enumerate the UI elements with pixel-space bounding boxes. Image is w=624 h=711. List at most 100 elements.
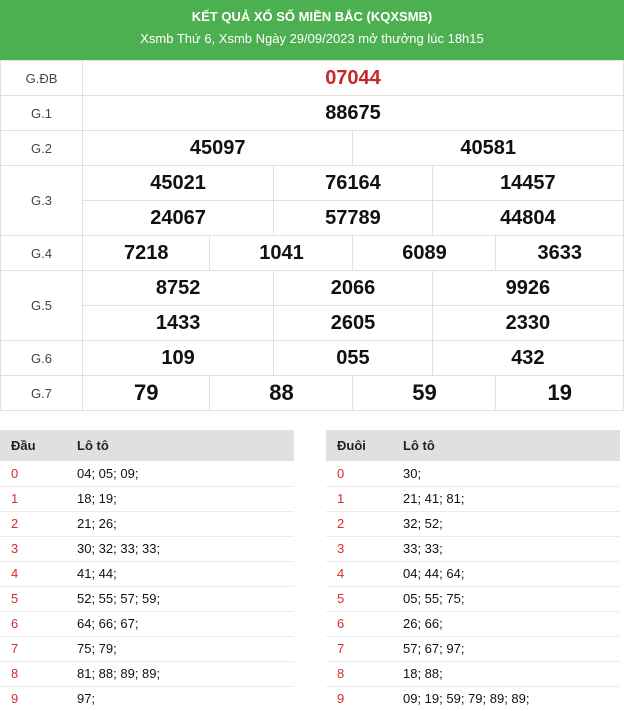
loto-values: 41; 44; — [64, 561, 294, 587]
prize-number: 45097 — [189, 136, 246, 159]
prize-number: 2605 — [330, 311, 376, 334]
loto-key: 1 — [326, 486, 390, 512]
loto-key: 9 — [0, 686, 64, 711]
prize-number: 57789 — [325, 206, 381, 229]
loto-key: 5 — [0, 586, 64, 612]
prize-results-table: G.ĐB 07044 G.1 88675 G.2 45097 40581 G.3… — [0, 60, 624, 411]
prize-row-special: G.ĐB 07044 — [0, 60, 624, 96]
loto-key: 0 — [326, 461, 390, 487]
prize-row-g4: G.4 7218 1041 6089 3633 — [0, 235, 624, 271]
loto-values: 04; 44; 64; — [390, 561, 620, 587]
loto-values: 30; — [390, 461, 620, 487]
loto-values: 75; 79; — [64, 636, 294, 662]
table-row: 0 04; 05; 09; — [0, 461, 294, 487]
loto-values: 81; 88; 89; 89; — [64, 661, 294, 687]
loto-key: 5 — [326, 586, 390, 612]
column-header-duoi: Đuôi — [326, 430, 390, 461]
loto-values: 64; 66; 67; — [64, 611, 294, 637]
table-row: 4 04; 44; 64; — [326, 561, 620, 587]
table-row: 3 33; 33; — [326, 536, 620, 562]
loto-values: 57; 67; 97; — [390, 636, 620, 662]
loto-values: 52; 55; 57; 59; — [64, 586, 294, 612]
prize-number: 79 — [133, 380, 159, 405]
loto-key: 2 — [326, 511, 390, 537]
prize-row-g3: G.3 45021 76164 14457 — [0, 165, 624, 236]
loto-values: 18; 88; — [390, 661, 620, 687]
prize-number: 88675 — [325, 101, 381, 124]
loto-key: 7 — [326, 636, 390, 662]
loto-values: 21; 41; 81; — [390, 486, 620, 512]
table-row: 5 05; 55; 75; — [326, 586, 620, 612]
prize-label: G.2 — [0, 130, 83, 166]
prize-number: 76164 — [325, 171, 381, 194]
prize-row-g3-second: 24067 57789 44804 — [1, 200, 624, 236]
prize-number: 40581 — [460, 136, 517, 159]
loto-key: 4 — [326, 561, 390, 587]
prize-label: G.1 — [0, 95, 83, 131]
prize-label: G.4 — [0, 235, 83, 271]
table-row: 0 30; — [326, 461, 620, 487]
prize-number: 432 — [511, 346, 545, 369]
table-row: 8 18; 88; — [326, 661, 620, 687]
loto-values: 18; 19; — [64, 486, 294, 512]
loto-key: 3 — [0, 536, 64, 562]
prize-row-g5-second: 1433 2605 2330 — [1, 305, 624, 341]
prize-row-g5: G.5 8752 2066 9926 — [0, 270, 624, 341]
prize-number: 9926 — [505, 276, 551, 299]
loto-values: 26; 66; — [390, 611, 620, 637]
table-row: 4 41; 44; — [0, 561, 294, 587]
loto-key: 7 — [0, 636, 64, 662]
prize-number: 2330 — [505, 311, 551, 334]
prize-row-g7: G.7 79 88 59 19 — [0, 375, 624, 411]
loto-key: 3 — [326, 536, 390, 562]
prize-number: 1433 — [155, 311, 201, 334]
prize-label: G.3 — [0, 165, 83, 236]
loto-tail-table: Đuôi Lô tô 0 30; 1 21; 41; 81; 2 32; 52; 33… — [326, 430, 620, 711]
loto-key: 4 — [0, 561, 64, 587]
table-row: 6 26; 66; — [326, 611, 620, 637]
column-header-loto: Lô tô — [64, 430, 294, 461]
prize-number: 14457 — [500, 171, 556, 194]
prize-label: G.6 — [0, 340, 83, 376]
draw-date-subtitle: Xsmb Thứ 6, Xsmb Ngày 29/09/2023 mở thưở… — [140, 31, 484, 46]
loto-values: 04; 05; 09; — [64, 461, 294, 487]
prize-number: 6089 — [402, 241, 447, 264]
prize-number: 44804 — [500, 206, 556, 229]
prize-row-g6: G.6 109 055 432 — [0, 340, 624, 376]
prize-number: 7218 — [123, 241, 169, 264]
results-header: KẾT QUẢ XỔ SỐ MIỀN BẮC (KQXSMB) Xsmb Thứ… — [0, 0, 624, 60]
prize-label: G.7 — [0, 375, 83, 411]
table-row: 7 75; 79; — [0, 636, 294, 662]
loto-key: 6 — [0, 611, 64, 637]
prize-number: 109 — [161, 346, 195, 369]
prize-number: 88 — [269, 380, 294, 405]
loto-key: 9 — [326, 686, 390, 711]
special-prize-number: 07044 — [325, 66, 381, 89]
prize-number: 19 — [547, 380, 572, 405]
page-title: KẾT QUẢ XỔ SỐ MIỀN BẮC (KQXSMB) — [191, 9, 433, 24]
loto-key: 2 — [0, 511, 64, 537]
prize-number: 2066 — [330, 276, 376, 299]
prize-number: 1041 — [259, 241, 304, 264]
table-row: 1 18; 19; — [0, 486, 294, 512]
table-row: 1 21; 41; 81; — [326, 486, 620, 512]
loto-key: 8 — [0, 661, 64, 687]
loto-values: 33; 33; — [390, 536, 620, 562]
column-header-loto: Lô tô — [390, 430, 620, 461]
table-row: 7 57; 67; 97; — [326, 636, 620, 662]
prize-number: 8752 — [155, 276, 201, 299]
table-row: 9 97; — [0, 686, 294, 711]
loto-key: 1 — [0, 486, 64, 512]
loto-values: 32; 52; — [390, 511, 620, 537]
prize-number: 055 — [336, 346, 370, 369]
loto-head-table: Đầu Lô tô 0 04; 05; 09; 1 18; 19; 2 21; 26;… — [0, 430, 294, 711]
column-header-dau: Đầu — [0, 430, 64, 461]
prize-row-g2: G.2 45097 40581 — [0, 130, 624, 166]
loto-values: 09; 19; 59; 79; 89; 89; — [390, 686, 620, 711]
table-row: 3 30; 32; 33; 33; — [0, 536, 294, 562]
table-row: 2 21; 26; — [0, 511, 294, 537]
loto-key: 8 — [326, 661, 390, 687]
loto-key: 6 — [326, 611, 390, 637]
prize-number: 3633 — [537, 241, 582, 264]
table-row: 8 81; 88; 89; 89; — [0, 661, 294, 687]
